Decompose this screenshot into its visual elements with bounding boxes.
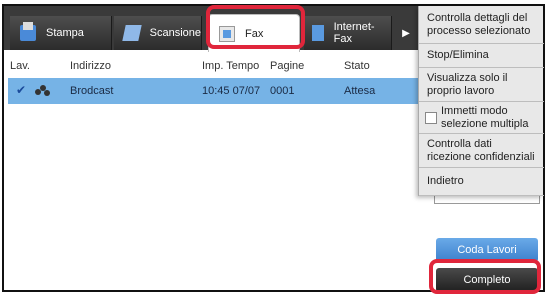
menu-item-label: Controlla dati ricezione confidenziali	[427, 137, 535, 163]
action-menu: Controlla dettagli del processo selezion…	[418, 6, 544, 196]
row-pages: 0001	[270, 85, 295, 97]
printer-icon	[20, 22, 36, 41]
multi-select-checkbox[interactable]	[425, 111, 437, 124]
scanner-icon	[122, 25, 142, 41]
tab-label: Fax	[245, 27, 264, 40]
tab-fax[interactable]: Fax	[208, 14, 300, 52]
menu-item-confidential[interactable]: Controlla dati ricezione confidenziali	[419, 134, 544, 168]
header-pagine: Pagine	[270, 60, 305, 72]
job-status-screen: Stampa Scansione Fax Internet-Fax ▶ Lav.…	[2, 4, 545, 292]
fax-icon	[219, 25, 235, 42]
job-table-header: Lav. Indirizzo Imp. Tempo Pagine Stato	[8, 54, 418, 78]
tab-scroll-right-icon[interactable]: ▶	[394, 16, 418, 50]
check-icon: ✔	[16, 83, 27, 97]
header-lav: Lav.	[10, 60, 30, 72]
menu-item-back[interactable]: Indietro	[419, 168, 544, 196]
menu-item-check-details[interactable]: Controlla dettagli del processo selezion…	[419, 6, 544, 44]
tab-scansione[interactable]: Scansione	[114, 16, 202, 50]
header-indirizzo: Indirizzo	[70, 60, 111, 72]
table-row[interactable]: ✔ Brodcast 10:45 07/07 0001 Attesa	[8, 78, 418, 104]
tab-label: Internet-Fax	[333, 21, 375, 45]
menu-item-label: Controlla dettagli del processo selezion…	[427, 11, 531, 37]
header-stato: Stato	[344, 60, 370, 72]
header-imp-tempo: Imp. Tempo	[202, 60, 260, 72]
coda-lavori-button[interactable]: Coda Lavori	[436, 238, 538, 262]
menu-item-stop-delete[interactable]: Stop/Elimina	[419, 44, 544, 68]
tab-label: Stampa	[46, 27, 84, 39]
tab-stampa[interactable]: Stampa	[10, 16, 112, 50]
tab-internet-fax[interactable]: Internet-Fax	[304, 16, 392, 50]
menu-item-multi-select[interactable]: Immetti modo selezione multipla	[419, 102, 544, 134]
tab-label: Scansione	[149, 27, 201, 39]
row-time: 10:45 07/07	[202, 85, 261, 97]
row-status: Attesa	[344, 85, 376, 97]
menu-item-label: Stop/Elimina	[427, 49, 489, 61]
internet-fax-icon	[312, 25, 324, 41]
menu-item-label: Indietro	[427, 175, 464, 187]
completo-button[interactable]: Completo	[436, 268, 538, 292]
menu-item-label: Visualizza solo il proprio lavoro	[427, 71, 508, 97]
menu-item-own-jobs[interactable]: Visualizza solo il proprio lavoro	[419, 68, 544, 102]
broadcast-icon	[34, 84, 50, 97]
menu-item-label: Immetti modo selezione multipla	[441, 104, 529, 130]
row-address: Brodcast	[70, 85, 114, 97]
